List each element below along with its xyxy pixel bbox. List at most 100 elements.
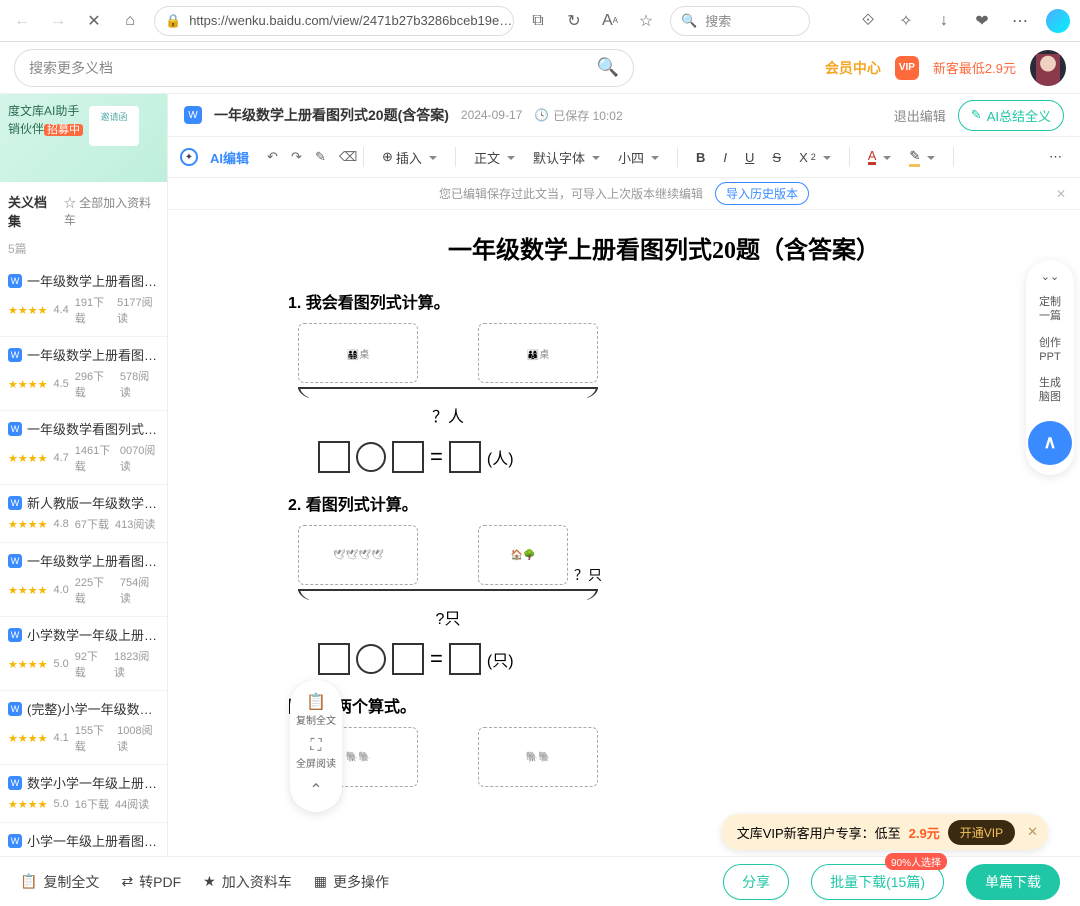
stars-icon: ★★★★ <box>8 304 47 317</box>
format-painter-icon[interactable]: ✎ <box>309 145 327 169</box>
sidebar-promo[interactable]: 度文库AI助手 销伙伴招募中 邀请函 <box>0 94 167 182</box>
strike-button[interactable]: S <box>766 146 787 169</box>
back-button[interactable]: ← <box>10 9 34 33</box>
exit-edit-button[interactable]: 退出编辑 <box>894 106 946 125</box>
sidebar-item[interactable]: W一年级数学上册看图…★★★★4.0225下载754阅读 <box>0 543 167 617</box>
sidebar-item[interactable]: W新人教版一年级数学…★★★★4.867下载413阅读 <box>0 485 167 543</box>
paragraph-dropdown[interactable]: 正文 <box>468 144 521 171</box>
extensions-icon[interactable]: ⟐ <box>856 9 880 33</box>
insert-dropdown[interactable]: ⊕ 插入 <box>376 144 443 171</box>
q1-equation: = (人) <box>318 441 1040 473</box>
answer-box[interactable] <box>449 441 481 473</box>
share-button[interactable]: 分享 <box>723 864 789 900</box>
italic-button[interactable]: I <box>717 146 733 169</box>
more-icon[interactable]: ⋯ <box>1008 9 1032 33</box>
undo-button[interactable]: ↶ <box>261 145 279 169</box>
clear-format-icon[interactable]: ⌫ <box>333 145 351 169</box>
copilot-icon[interactable] <box>1046 9 1070 33</box>
avatar[interactable] <box>1030 50 1066 86</box>
answer-box[interactable] <box>449 643 481 675</box>
sidebar-item-title: 一年级数学上册看图… <box>27 345 157 364</box>
mindmap-button[interactable]: 生成 脑图 <box>1039 376 1061 405</box>
sidebar-item[interactable]: W一年级数学上册看图…★★★★4.5296下载578阅读 <box>0 337 167 411</box>
ai-assistant-icon[interactable]: ∧ <box>1028 421 1072 465</box>
favorite-icon[interactable]: ☆ <box>634 9 658 33</box>
reads: 0070阅读 <box>120 442 159 474</box>
star-icon: ★ <box>203 873 216 890</box>
ai-edit-button[interactable]: AI编辑 <box>204 144 255 171</box>
copy-full-button[interactable]: 📋复制全文 <box>296 692 336 727</box>
operator-circle[interactable] <box>356 442 386 472</box>
q2-equation: = (只) <box>318 643 1040 675</box>
collections-icon[interactable]: ✧ <box>894 9 918 33</box>
scroll-top-button[interactable]: ⌃ <box>309 780 322 800</box>
copy-full-button[interactable]: 📋复制全文 <box>20 872 99 892</box>
q1-brace <box>298 387 598 401</box>
redo-button[interactable]: ↷ <box>285 145 303 169</box>
stars-icon: ★★★★ <box>8 658 47 671</box>
single-download-button[interactable]: 单篇下载 <box>966 864 1060 900</box>
create-ppt-button[interactable]: 创作 PPT <box>1039 336 1061 365</box>
promo-card: 邀请函 <box>89 106 139 146</box>
ai-summary-button[interactable]: ✎AI总结全义 <box>958 100 1064 131</box>
address-bar[interactable]: 🔒 https://wenku.baidu.com/view/2471b27b3… <box>154 6 514 36</box>
subscript-button[interactable]: X2 <box>793 146 837 169</box>
sidebar-item[interactable]: W小学一年级上册看图…★★★★5.032下载368阅读 <box>0 823 167 856</box>
sidebar-heading: 关义档集 ☆ 全部加入资料车 <box>0 182 167 240</box>
left-float-panel: 📋复制全文 ⛶全屏阅读 ⌃ <box>290 680 342 812</box>
q1-image-right: 👨‍👩‍👦桌 <box>478 323 598 383</box>
font-dropdown[interactable]: 默认字体 <box>527 144 606 171</box>
answer-box[interactable] <box>392 441 424 473</box>
sidebar-item[interactable]: W一年级数学上册看图…★★★★4.4191下载5177阅读 <box>0 263 167 337</box>
size-dropdown[interactable]: 小四 <box>612 144 665 171</box>
fullscreen-button[interactable]: ⛶全屏阅读 <box>296 737 336 770</box>
sidebar: 度文库AI助手 销伙伴招募中 邀请函 关义档集 ☆ 全部加入资料车 5篇 W一年… <box>0 94 168 856</box>
import-history-button[interactable]: 导入历史版本 <box>715 182 809 205</box>
add-cart-button[interactable]: ★加入资料车 <box>203 872 292 892</box>
vip-close-icon[interactable]: ✕ <box>1027 824 1038 840</box>
home-button[interactable]: ⌂ <box>118 9 142 33</box>
sidebar-item[interactable]: W数学小学一年级上册…★★★★5.016下载44阅读 <box>0 765 167 823</box>
doc-type-icon: W <box>184 106 202 124</box>
more-ops-button[interactable]: ▦更多操作 <box>314 872 389 892</box>
operator-circle[interactable] <box>356 644 386 674</box>
browser-search[interactable]: 🔍 搜索 <box>670 6 810 36</box>
open-vip-button[interactable]: 开通VIP <box>948 820 1015 845</box>
q1-title: 1. 我会看图列式计算。 <box>288 289 1040 313</box>
stars-icon: ★★★★ <box>8 452 47 465</box>
sidebar-item[interactable]: W小学数学一年级上册…★★★★5.092下载1823阅读 <box>0 617 167 691</box>
answer-box[interactable] <box>318 441 350 473</box>
sidebar-item[interactable]: W(完整)小学一年级数…★★★★4.1155下载1008阅读 <box>0 691 167 765</box>
split-screen-icon[interactable]: ⧉ <box>526 9 550 33</box>
sidebar-item[interactable]: W一年级数学看图列式…★★★★4.71461下载0070阅读 <box>0 411 167 485</box>
underline-button[interactable]: U <box>739 146 760 169</box>
doc-icon: W <box>8 776 22 790</box>
reader-icon[interactable]: ↻ <box>562 9 586 33</box>
bottom-bar: 📋复制全文 ⇄转PDF ★加入资料车 ▦更多操作 分享 批量下载(15篇) 90… <box>0 856 1080 906</box>
site-search[interactable]: 搜索更多义档 🔍 <box>14 49 634 87</box>
rating: 5.0 <box>53 798 68 810</box>
answer-box[interactable] <box>392 643 424 675</box>
notice-close-icon[interactable]: ✕ <box>1056 187 1066 201</box>
highlight-button[interactable]: ✎ <box>903 144 941 171</box>
text-size-icon[interactable]: AA <box>598 9 622 33</box>
performance-icon[interactable]: ❤ <box>970 9 994 33</box>
font-color-button[interactable]: A <box>862 145 898 169</box>
q1-image-left: 👨‍👩‍👧‍👦桌 <box>298 323 418 383</box>
member-center-link[interactable]: 会员中心 <box>825 58 881 78</box>
rating: 4.5 <box>53 378 68 390</box>
expand-icon[interactable]: ⌄⌄ <box>1041 270 1059 283</box>
to-pdf-button[interactable]: ⇄转PDF <box>121 872 181 892</box>
stop-button[interactable]: ✕ <box>82 9 106 33</box>
search-icon[interactable]: 🔍 <box>597 57 619 78</box>
history-notice: 您已编辑保存过此文当，可导入上次版本继续编辑 导入历史版本 ✕ <box>168 178 1080 210</box>
promo-text[interactable]: 新客最低2.9元 <box>933 58 1016 77</box>
add-all-button[interactable]: ☆ 全部加入资料车 <box>64 194 159 228</box>
batch-download-button[interactable]: 批量下载(15篇) 90%人选择 <box>811 864 944 900</box>
answer-box[interactable] <box>318 643 350 675</box>
toolbar-more-icon[interactable]: ⋯ <box>1043 145 1068 169</box>
vip-icon[interactable]: VIP <box>895 56 919 80</box>
custom-article-button[interactable]: 定制 一篇 <box>1039 295 1061 324</box>
bold-button[interactable]: B <box>690 146 711 169</box>
downloads-icon[interactable]: ↓ <box>932 9 956 33</box>
